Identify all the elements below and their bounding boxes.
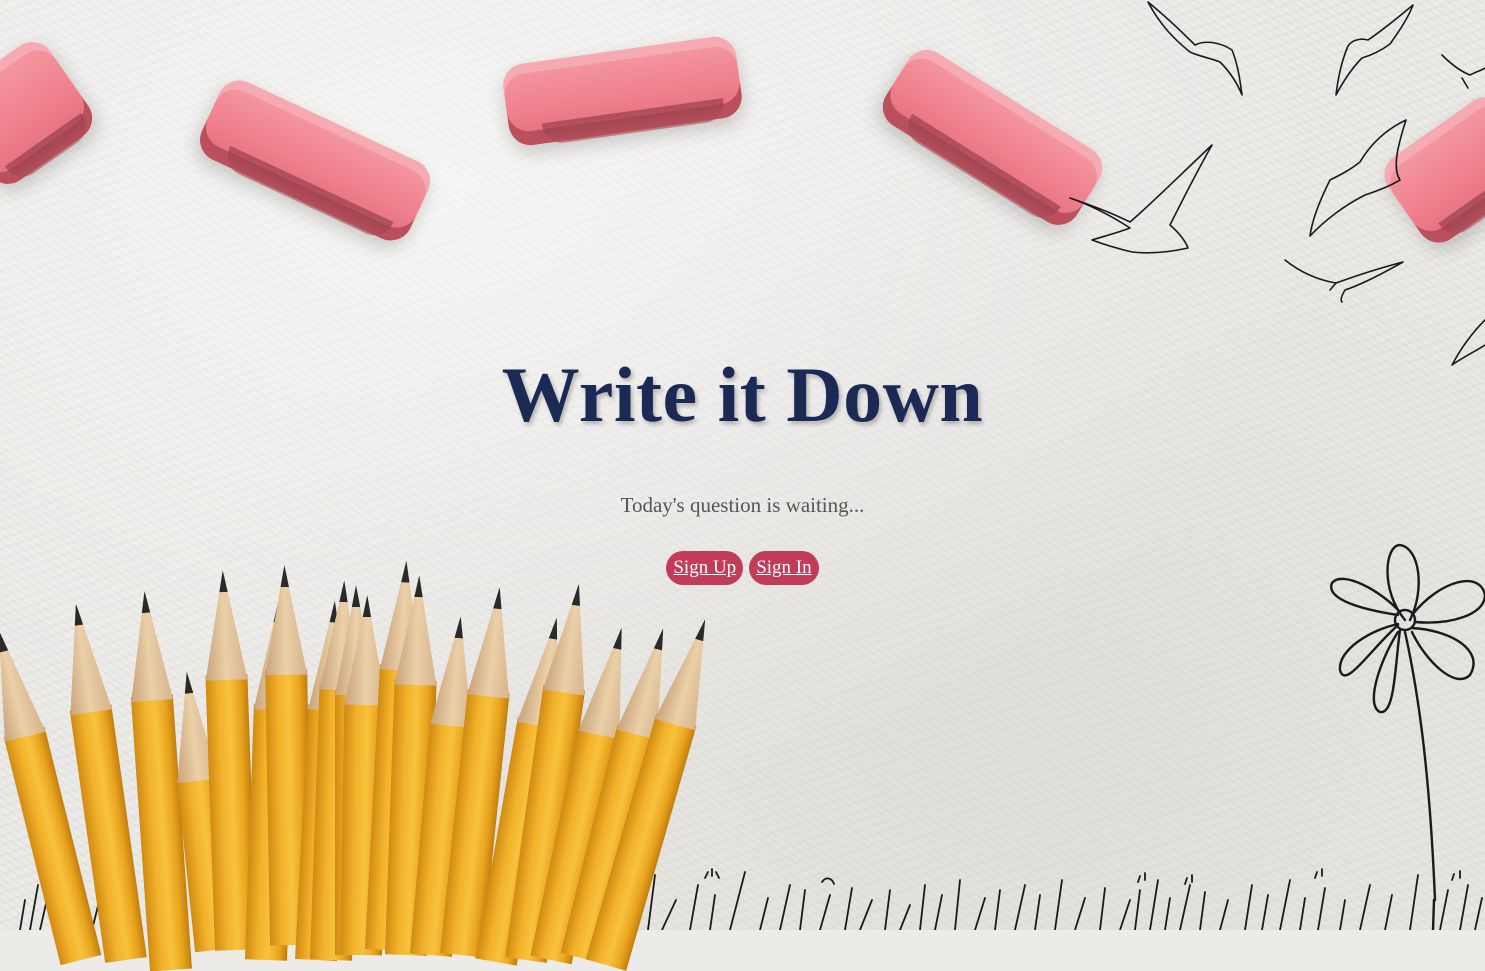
auth-actions: Sign Up Sign In bbox=[0, 551, 1485, 585]
page-title: Write it Down bbox=[501, 351, 984, 438]
sign-up-button[interactable]: Sign Up bbox=[666, 551, 744, 585]
flower-icon bbox=[1330, 543, 1485, 930]
bird-icon bbox=[1284, 259, 1404, 303]
bird-icon bbox=[1335, 4, 1414, 96]
bird-icon bbox=[1441, 54, 1485, 89]
tagline: Today's question is waiting... bbox=[620, 493, 865, 517]
sign-in-button[interactable]: Sign In bbox=[749, 551, 819, 585]
bird-icon bbox=[1309, 119, 1407, 237]
bird-icon bbox=[1069, 144, 1213, 254]
bird-icon bbox=[1147, 1, 1243, 96]
